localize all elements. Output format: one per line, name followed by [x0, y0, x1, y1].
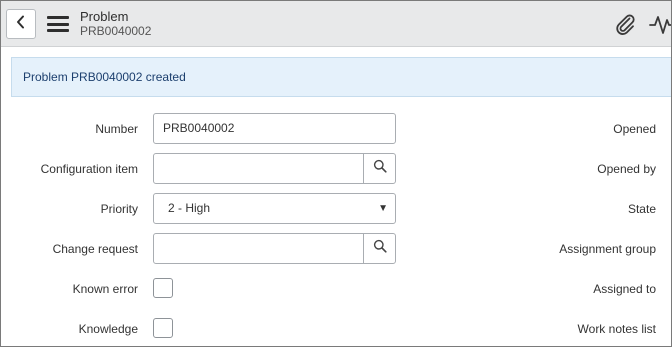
known-error-label: Known error — [72, 282, 138, 296]
paperclip-icon[interactable] — [613, 12, 637, 36]
state-label: State — [627, 202, 656, 216]
problem-form-window: Problem PRB0040002 Problem PRB0040002 cr… — [0, 0, 672, 347]
record-type-title: Problem — [80, 9, 129, 24]
menu-icon[interactable] — [47, 16, 69, 32]
info-banner: Problem PRB0040002 created — [11, 57, 671, 97]
back-button[interactable] — [6, 9, 36, 39]
opened-by-label: Opened by — [597, 162, 656, 176]
knowledge-label: Knowledge — [78, 322, 138, 336]
configuration-item-lookup — [153, 153, 396, 184]
configuration-item-label: Configuration item — [40, 162, 138, 176]
assignment-group-label: Assignment group — [559, 242, 656, 256]
search-icon — [373, 159, 387, 178]
work-notes-list-label: Work notes list — [577, 322, 656, 336]
number-label: Number — [95, 122, 138, 136]
configuration-item-search-button[interactable] — [364, 154, 396, 183]
change-request-field[interactable] — [154, 234, 364, 263]
activity-icon[interactable] — [649, 12, 671, 36]
caret-down-icon: ▼ — [378, 203, 388, 214]
record-number-subtitle: PRB0040002 — [80, 24, 152, 38]
number-field[interactable]: PRB0040002 — [153, 113, 396, 144]
known-error-checkbox[interactable] — [153, 278, 173, 298]
priority-select[interactable]: 2 - High ▼ — [153, 193, 396, 224]
back-icon — [15, 15, 27, 34]
knowledge-checkbox[interactable] — [153, 318, 173, 338]
change-request-lookup — [153, 233, 396, 264]
banner-message: Problem PRB0040002 created — [23, 70, 186, 84]
configuration-item-field[interactable] — [154, 154, 364, 183]
search-icon — [373, 239, 387, 258]
priority-selected-value: 2 - High — [168, 201, 211, 215]
priority-label: Priority — [100, 202, 138, 216]
change-request-label: Change request — [52, 242, 138, 256]
opened-label: Opened — [613, 122, 656, 136]
assigned-to-label: Assigned to — [593, 282, 656, 296]
change-request-search-button[interactable] — [364, 234, 396, 263]
form-header: Problem PRB0040002 — [1, 1, 671, 47]
